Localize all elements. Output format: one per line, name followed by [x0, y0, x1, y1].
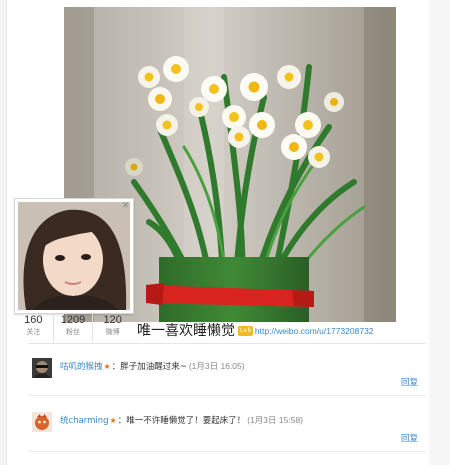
- avatar[interactable]: [18, 202, 130, 310]
- stat-followers-count: 1209: [60, 314, 86, 326]
- profile-url-link[interactable]: http://weibo.com/u/1773208732: [255, 326, 374, 336]
- stat-followers-label: 粉丝: [66, 328, 80, 336]
- star-badge-icon: ★: [103, 362, 111, 371]
- comment-item: 统charming★：唯一不许睡懒觉了！要起床了！ (1月3日 15:58) 回复: [28, 406, 426, 452]
- divider: [28, 343, 426, 344]
- commenter-name[interactable]: 统charming: [60, 416, 109, 426]
- comment-divider: [28, 395, 426, 396]
- comment-time: (1月3日 15:58): [247, 415, 303, 425]
- avatar-card[interactable]: ✕: [14, 198, 134, 314]
- comment-separator: ：: [111, 362, 121, 372]
- comment-text-line: 咕叽的猴拽★：胖子加油醒过来~ (1月3日 16:05): [60, 360, 245, 373]
- commenter-avatar[interactable]: [32, 358, 52, 378]
- stat-posts-label: 微博: [105, 328, 120, 336]
- comment-item: 咕叽的猴拽★：胖子加油醒过来~ (1月3日 16:05) 回复: [28, 352, 426, 396]
- stat-following[interactable]: 160 关注: [14, 314, 54, 342]
- comment-text-line: 统charming★：唯一不许睡懒觉了！要起床了！ (1月3日 15:58): [60, 414, 303, 427]
- commenter-avatar[interactable]: [32, 412, 52, 432]
- profile-name-row: 唯一喜欢睡懒觉 Lv.6 http://weibo.com/u/17732087…: [137, 320, 422, 342]
- commenter-name[interactable]: 咕叽的猴拽: [60, 362, 103, 372]
- stat-posts[interactable]: 120 微博: [93, 314, 132, 342]
- level-badge[interactable]: Lv.6: [238, 326, 253, 336]
- comment-divider: [28, 451, 426, 452]
- reply-link[interactable]: 回复: [401, 432, 418, 444]
- stat-following-count: 160: [24, 314, 43, 326]
- settings-icon[interactable]: ✕: [121, 202, 130, 211]
- comment-body: 唯一不许睡懒觉了！要起床了！: [126, 416, 246, 426]
- comment-body: 胖子加油醒过来~: [120, 362, 187, 372]
- profile-stats: 160 关注 1209 粉丝 120 微博: [14, 314, 132, 342]
- stat-posts-count: 120: [103, 314, 122, 326]
- comment-separator: ：: [117, 416, 127, 426]
- stat-following-label: 关注: [26, 328, 41, 336]
- right-gutter: [429, 0, 450, 465]
- reply-link[interactable]: 回复: [401, 376, 418, 388]
- stat-followers[interactable]: 1209 粉丝: [54, 314, 94, 342]
- profile-name[interactable]: 唯一喜欢睡懒觉: [137, 321, 235, 341]
- star-badge-icon: ★: [109, 416, 117, 425]
- comment-time: (1月3日 16:05): [188, 361, 245, 371]
